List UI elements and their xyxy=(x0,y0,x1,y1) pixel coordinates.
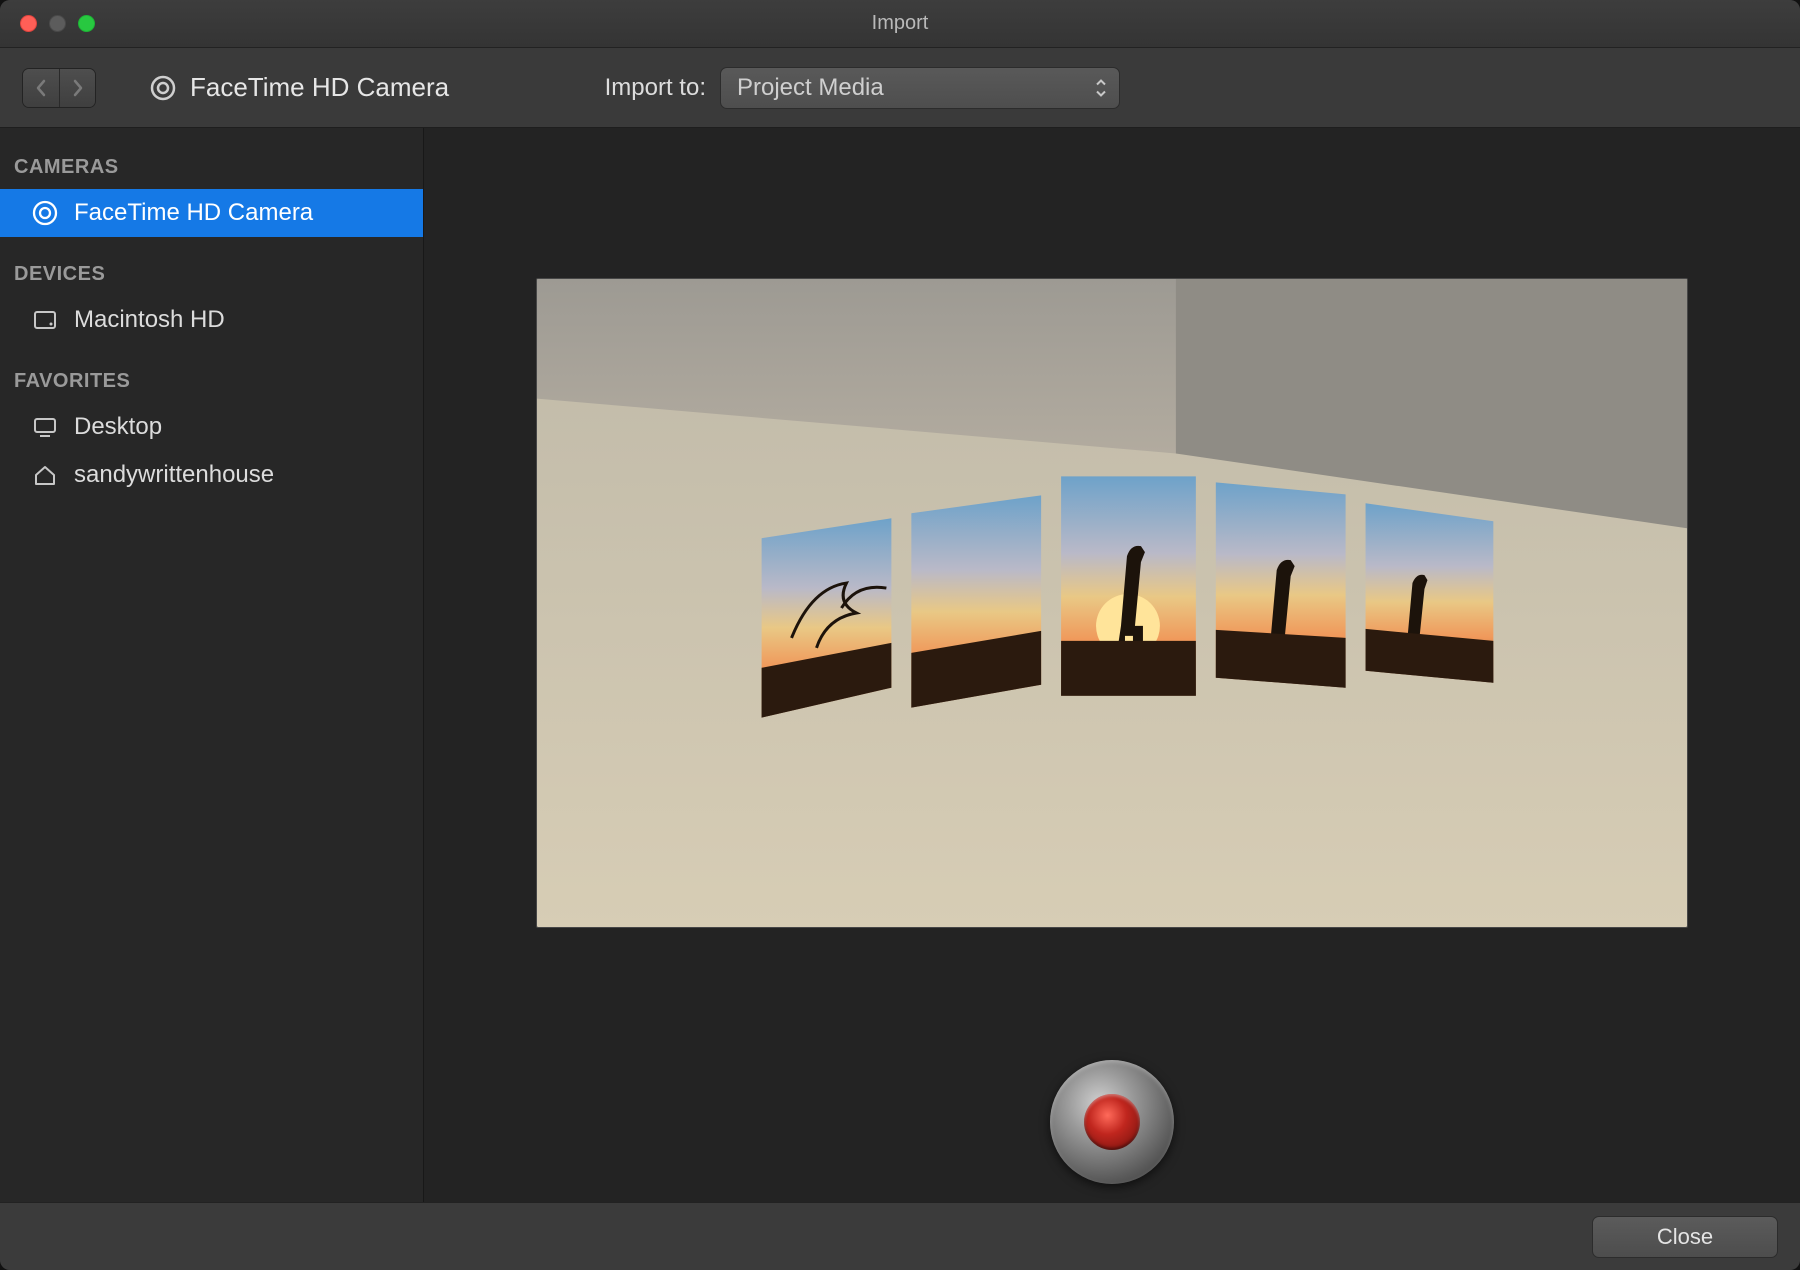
window-close-button[interactable] xyxy=(20,15,37,32)
sidebar-item-desktop[interactable]: Desktop xyxy=(0,403,423,451)
footer: Close xyxy=(0,1202,1800,1270)
import-to-value: Project Media xyxy=(737,74,884,102)
back-button[interactable] xyxy=(23,69,59,107)
updown-icon xyxy=(1095,78,1107,97)
record-icon xyxy=(1084,1094,1140,1150)
import-to-select[interactable]: Project Media xyxy=(720,67,1120,109)
import-window: Import FaceTime HD Camera Impo xyxy=(0,0,1800,1270)
camera-icon xyxy=(150,75,176,101)
window-title: Import xyxy=(0,12,1800,35)
current-camera-indicator: FaceTime HD Camera xyxy=(150,72,449,103)
home-icon xyxy=(32,462,58,488)
window-zoom-button[interactable] xyxy=(78,15,95,32)
record-button[interactable] xyxy=(1050,1060,1174,1184)
sidebar-item-label: FaceTime HD Camera xyxy=(74,199,313,227)
sidebar-section-devices: DEVICES xyxy=(0,259,423,296)
forward-button[interactable] xyxy=(59,69,95,107)
sidebar: CAMERAS FaceTime HD Camera DEVICES Macin… xyxy=(0,128,424,1202)
current-camera-label: FaceTime HD Camera xyxy=(190,72,449,103)
sidebar-item-label: Desktop xyxy=(74,413,162,441)
nav-buttons xyxy=(22,68,96,108)
sidebar-section-favorites: FAVORITES xyxy=(0,366,423,403)
toolbar: FaceTime HD Camera Import to: Project Me… xyxy=(0,48,1800,128)
import-to-label: Import to: xyxy=(605,74,706,102)
close-button[interactable]: Close xyxy=(1592,1216,1778,1258)
main-panel xyxy=(424,128,1800,1202)
desktop-icon xyxy=(32,414,58,440)
sidebar-item-label: Macintosh HD xyxy=(74,306,225,334)
chevron-left-icon xyxy=(34,79,48,97)
camera-preview xyxy=(536,278,1688,928)
sidebar-item-home[interactable]: sandywrittenhouse xyxy=(0,451,423,499)
window-minimize-button[interactable] xyxy=(49,15,66,32)
hdd-icon xyxy=(32,307,58,333)
sidebar-item-facetime-camera[interactable]: FaceTime HD Camera xyxy=(0,189,423,237)
sidebar-item-label: sandywrittenhouse xyxy=(74,461,274,489)
sidebar-item-macintosh-hd[interactable]: Macintosh HD xyxy=(0,296,423,344)
titlebar: Import xyxy=(0,0,1800,48)
import-to-group: Import to: Project Media xyxy=(605,67,1120,109)
sidebar-section-cameras: CAMERAS xyxy=(0,152,423,189)
camera-icon xyxy=(32,200,58,226)
traffic-lights xyxy=(0,15,95,32)
chevron-right-icon xyxy=(71,79,85,97)
